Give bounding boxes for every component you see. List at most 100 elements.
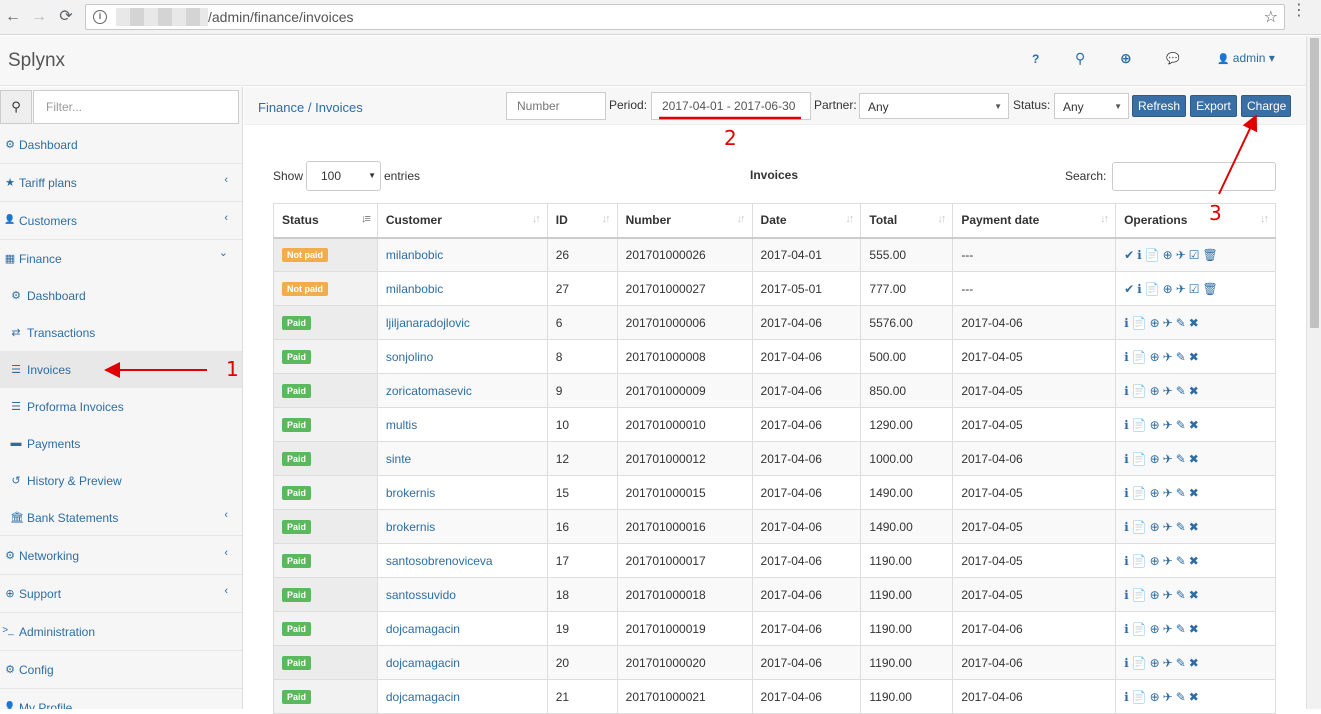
- download-icon[interactable]: ⊕: [1163, 248, 1174, 262]
- trash-icon[interactable]: 🗑: [1203, 282, 1219, 296]
- page-scrollbar[interactable]: [1306, 36, 1321, 709]
- customer-link[interactable]: dojcamagacin: [386, 656, 460, 670]
- pencil-icon[interactable]: ✎: [1176, 384, 1187, 398]
- pdf-icon[interactable]: 📄: [1132, 656, 1148, 670]
- pencil-icon[interactable]: ✎: [1176, 690, 1187, 704]
- edit-icon[interactable]: ☑: [1189, 248, 1201, 262]
- pencil-icon[interactable]: ✎: [1176, 656, 1187, 670]
- sidebar-item-administration[interactable]: >_ Administration: [0, 613, 242, 651]
- column-header-operations[interactable]: Operations ↓↑: [1115, 203, 1276, 239]
- send-icon[interactable]: ✈: [1163, 316, 1174, 330]
- sidebar-item-finance[interactable]: ▦ Finance ⌄: [0, 240, 242, 278]
- send-icon[interactable]: ✈: [1163, 690, 1174, 704]
- pdf-icon[interactable]: 📄: [1132, 588, 1148, 602]
- cancel-icon[interactable]: ✖: [1189, 588, 1200, 602]
- address-bar[interactable]: i /admin/finance/invoices ☆: [85, 4, 1285, 30]
- user-menu[interactable]: 👤 admin ▾: [1217, 51, 1275, 65]
- info-icon[interactable]: ℹ: [1124, 350, 1130, 364]
- cancel-icon[interactable]: ✖: [1189, 656, 1200, 670]
- sidebar-item-networking[interactable]: ⚙ Networking ‹: [0, 537, 242, 575]
- sidebar-subitem-transactions[interactable]: ⇄ Transactions: [0, 314, 242, 351]
- help-icon[interactable]: ?: [1032, 52, 1039, 66]
- send-icon[interactable]: ✈: [1163, 622, 1174, 636]
- pencil-icon[interactable]: ✎: [1176, 486, 1187, 500]
- back-icon[interactable]: ←: [4, 8, 22, 26]
- info-icon[interactable]: ℹ: [1124, 622, 1130, 636]
- info-icon[interactable]: ℹ: [1124, 520, 1130, 534]
- download-icon[interactable]: ⊕: [1150, 316, 1161, 330]
- customer-link[interactable]: dojcamagacin: [386, 690, 460, 704]
- entries-length-select[interactable]: 100 ▼: [306, 161, 381, 191]
- browser-menu-icon[interactable]: ⋮: [1291, 3, 1307, 19]
- sidebar-subitem-payments[interactable]: ▬ Payments: [0, 425, 242, 462]
- pdf-icon[interactable]: 📄: [1132, 452, 1148, 466]
- download-icon[interactable]: ⊕: [1150, 486, 1161, 500]
- pdf-icon[interactable]: 📄: [1132, 418, 1148, 432]
- info-icon[interactable]: ℹ: [1124, 418, 1130, 432]
- send-icon[interactable]: ✈: [1163, 452, 1174, 466]
- cancel-icon[interactable]: ✖: [1189, 316, 1200, 330]
- trash-icon[interactable]: 🗑: [1203, 248, 1219, 262]
- sidebar-subitem-proforma-invoices[interactable]: ☰ Proforma Invoices: [0, 388, 242, 425]
- cancel-icon[interactable]: ✖: [1189, 452, 1200, 466]
- pencil-icon[interactable]: ✎: [1176, 418, 1187, 432]
- download-icon[interactable]: ⊕: [1150, 418, 1161, 432]
- pdf-icon[interactable]: 📄: [1132, 350, 1148, 364]
- send-icon[interactable]: ✈: [1176, 282, 1187, 296]
- sidebar-item-config[interactable]: ⚙ Config: [0, 651, 242, 689]
- cancel-icon[interactable]: ✖: [1189, 384, 1200, 398]
- info-icon[interactable]: ℹ: [1124, 384, 1130, 398]
- column-header-date[interactable]: Date ↓↑: [751, 203, 862, 239]
- pencil-icon[interactable]: ✎: [1176, 520, 1187, 534]
- chat-icon[interactable]: 💬: [1166, 52, 1180, 65]
- pencil-icon[interactable]: ✎: [1176, 588, 1187, 602]
- pdf-icon[interactable]: 📄: [1132, 690, 1148, 704]
- info-icon[interactable]: ℹ: [1124, 452, 1130, 466]
- send-icon[interactable]: ✈: [1163, 520, 1174, 534]
- confirm-icon[interactable]: ✔: [1124, 282, 1135, 296]
- send-icon[interactable]: ✈: [1163, 588, 1174, 602]
- brand-logo[interactable]: Splynx: [8, 50, 65, 72]
- info-icon[interactable]: ℹ: [1124, 656, 1130, 670]
- bookmark-star-icon[interactable]: ☆: [1264, 7, 1278, 27]
- column-header-number[interactable]: Number ↓↑: [616, 203, 753, 239]
- sidebar-subitem-bank-statements[interactable]: 🏛 Bank Statements ‹: [0, 499, 242, 536]
- send-icon[interactable]: ✈: [1163, 350, 1174, 364]
- customer-link[interactable]: sonjolino: [386, 350, 433, 364]
- download-icon[interactable]: ⊕: [1150, 622, 1161, 636]
- search-icon[interactable]: ⚲: [1075, 50, 1085, 67]
- download-icon[interactable]: ⊕: [1150, 452, 1161, 466]
- info-icon[interactable]: i: [93, 10, 107, 24]
- forward-icon[interactable]: →: [30, 8, 48, 26]
- cancel-icon[interactable]: ✖: [1189, 418, 1200, 432]
- pdf-icon[interactable]: 📄: [1145, 282, 1161, 296]
- download-icon[interactable]: ⊕: [1150, 520, 1161, 534]
- pdf-icon[interactable]: 📄: [1132, 554, 1148, 568]
- info-icon[interactable]: ℹ: [1124, 588, 1130, 602]
- download-icon[interactable]: ⊕: [1150, 554, 1161, 568]
- info-icon[interactable]: ℹ: [1137, 248, 1143, 262]
- info-icon[interactable]: ℹ: [1124, 690, 1130, 704]
- globe-icon[interactable]: ⊕: [1120, 50, 1132, 67]
- export-button[interactable]: Export: [1190, 95, 1237, 117]
- scrollbar-thumb[interactable]: [1310, 38, 1319, 328]
- customer-link[interactable]: zoricatomasevic: [386, 384, 472, 398]
- sidebar-subitem-finance-dashboard[interactable]: ⚙ Dashboard: [0, 277, 242, 314]
- send-icon[interactable]: ✈: [1163, 384, 1174, 398]
- customer-link[interactable]: sinte: [386, 452, 411, 466]
- pencil-icon[interactable]: ✎: [1176, 452, 1187, 466]
- customer-link[interactable]: milanbobic: [386, 248, 443, 262]
- cancel-icon[interactable]: ✖: [1189, 350, 1200, 364]
- pdf-icon[interactable]: 📄: [1132, 622, 1148, 636]
- customer-link[interactable]: santossuvido: [386, 588, 456, 602]
- sidebar-item-support[interactable]: ⊕ Support ‹: [0, 575, 242, 613]
- pdf-icon[interactable]: 📄: [1145, 248, 1161, 262]
- cancel-icon[interactable]: ✖: [1189, 520, 1200, 534]
- send-icon[interactable]: ✈: [1163, 554, 1174, 568]
- breadcrumb[interactable]: Finance / Invoices: [258, 100, 363, 115]
- confirm-icon[interactable]: ✔: [1124, 248, 1135, 262]
- refresh-button[interactable]: Refresh: [1132, 95, 1186, 117]
- info-icon[interactable]: ℹ: [1137, 282, 1143, 296]
- download-icon[interactable]: ⊕: [1150, 384, 1161, 398]
- column-header-id[interactable]: ID ↓↑: [546, 203, 618, 239]
